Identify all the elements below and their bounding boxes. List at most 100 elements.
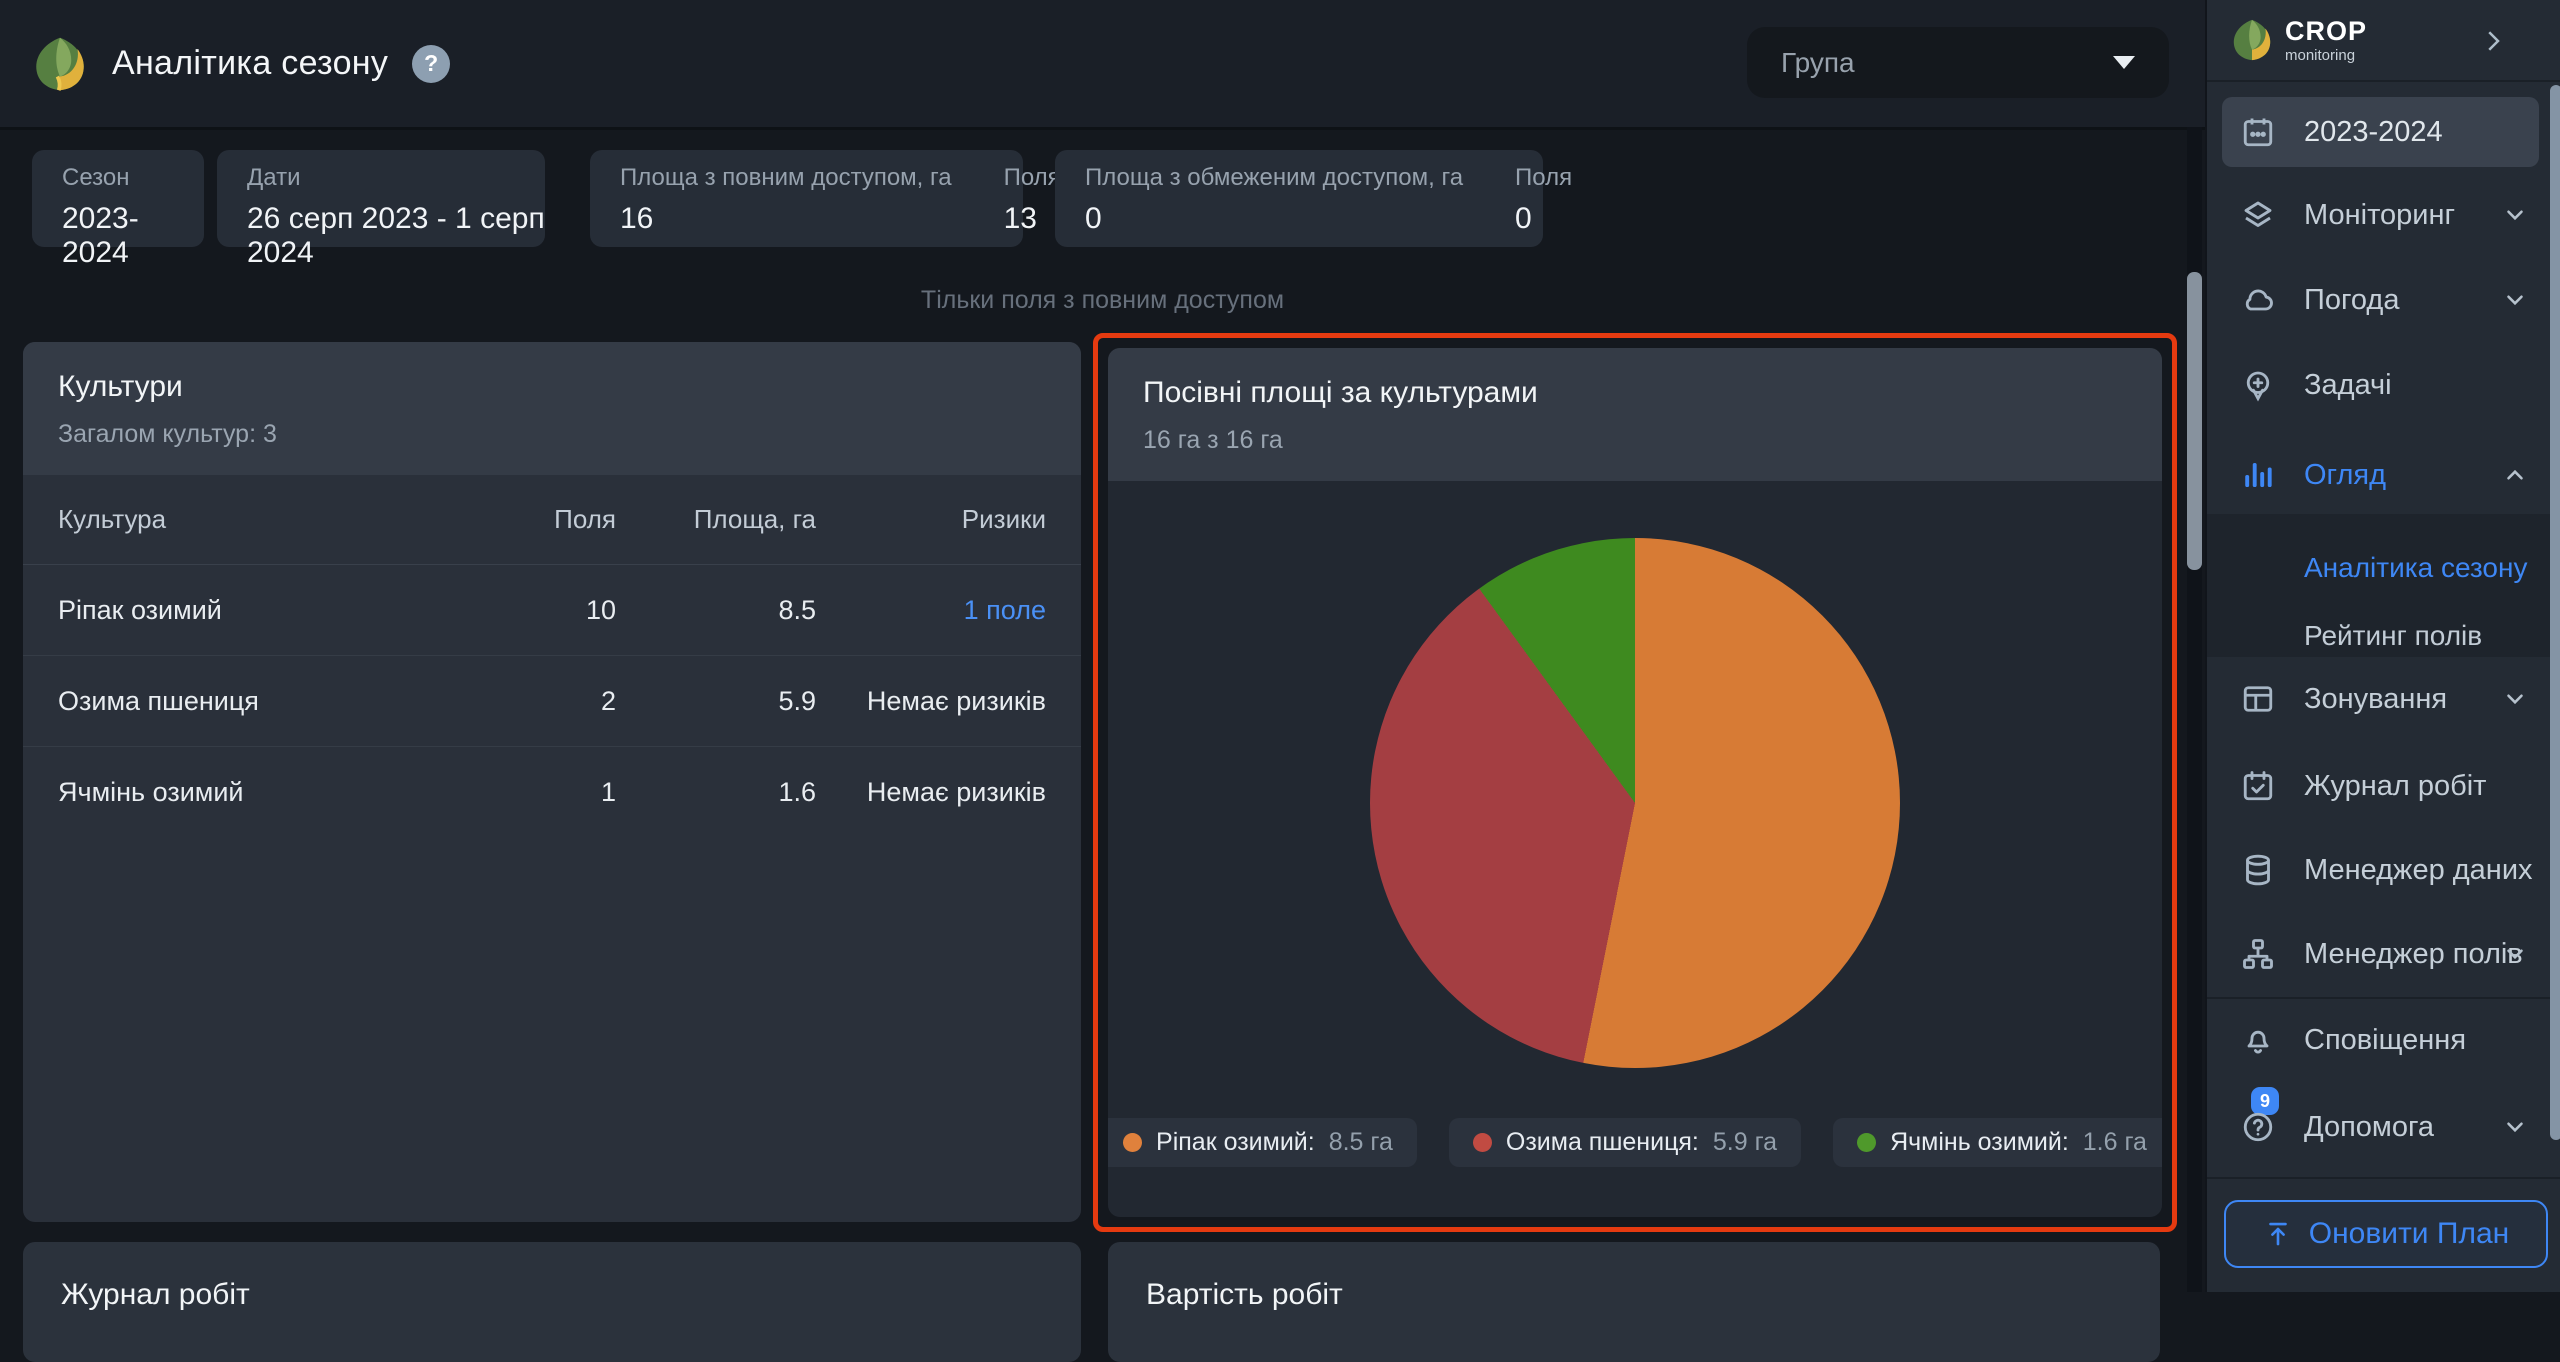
- page-title: Аналітика сезону: [112, 44, 388, 83]
- help-icon[interactable]: ?: [412, 45, 450, 83]
- sown-area-panel[interactable]: Посівні площі за культурами 16 га з 16 г…: [1108, 348, 2162, 1217]
- legend-label: Озима пшениця:: [1506, 1128, 1699, 1157]
- submenu-item-season-analytics[interactable]: Аналітика сезону: [2304, 552, 2527, 584]
- sidebar-item-help[interactable]: 9 Допомога: [2207, 1099, 2560, 1155]
- sidebar-item-label: Погода: [2304, 284, 2399, 317]
- pie-chart[interactable]: [1370, 538, 1900, 1068]
- col-area: Площа, га: [616, 504, 816, 535]
- sown-area-panel-header: Посівні площі за культурами 16 га з 16 г…: [1108, 348, 2162, 481]
- sidebar-item-label: Задачі: [2304, 369, 2392, 402]
- table-layout-icon: [2236, 681, 2280, 717]
- pie-legend: Ріпак озимий: 8.5 га Озима пшениця: 5.9 …: [1108, 1118, 2162, 1167]
- brand-name: CROP: [2285, 17, 2367, 45]
- sidebar-item-monitoring[interactable]: Моніторинг: [2207, 187, 2560, 243]
- season-card: Сезон 2023-2024: [32, 150, 204, 247]
- cultures-title: Культури: [58, 370, 1046, 404]
- culture-area: 1.6: [616, 777, 816, 808]
- legend-item[interactable]: Ячмінь озимий: 1.6 га: [1833, 1118, 2162, 1167]
- culture-area: 8.5: [616, 595, 816, 626]
- database-icon: [2236, 852, 2280, 888]
- divider: [2207, 997, 2560, 999]
- legend-dot-icon: [1473, 1133, 1492, 1152]
- dates-label: Дати: [247, 164, 545, 192]
- calendar-check-icon: [2236, 768, 2280, 804]
- group-select-value: Група: [1781, 47, 1855, 79]
- sidebar-item-label: Журнал робіт: [2304, 770, 2486, 803]
- bell-icon: [2236, 1022, 2280, 1058]
- cloud-icon: [2236, 282, 2280, 318]
- app-header: Аналітика сезону ? Група: [0, 0, 2205, 130]
- main-scrollbar-thumb[interactable]: [2187, 272, 2202, 570]
- sidebar-item-notifications[interactable]: Сповіщення: [2207, 1012, 2560, 1068]
- chevron-down-icon: [2113, 56, 2135, 69]
- legend-item[interactable]: Ріпак озимий: 8.5 га: [1108, 1118, 1417, 1167]
- culture-fields: 1: [466, 777, 616, 808]
- update-plan-button[interactable]: Оновити План: [2224, 1200, 2548, 1268]
- chevron-down-icon: [2502, 1114, 2528, 1140]
- work-log-panel: Журнал робіт: [23, 1242, 1081, 1362]
- update-plan-label: Оновити План: [2309, 1217, 2509, 1251]
- work-cost-title: Вартість робіт: [1146, 1278, 2160, 1312]
- legend-label: Ріпак озимий:: [1156, 1128, 1315, 1157]
- chevron-down-icon: [2502, 202, 2528, 228]
- legend-item[interactable]: Озима пшениця: 5.9 га: [1449, 1118, 1801, 1167]
- culture-risks: Немає ризиків: [816, 686, 1046, 717]
- sidebar-item-season[interactable]: 2023-2024: [2222, 97, 2539, 167]
- sidebar-item-overview[interactable]: Огляд: [2207, 447, 2560, 503]
- limited-access-area-label: Площа з обмеженим доступом, га: [1085, 164, 1463, 192]
- culture-fields: 2: [466, 686, 616, 717]
- dates-card: Дати 26 серп 2023 - 1 серп 2024: [217, 150, 545, 247]
- collapse-sidebar-icon[interactable]: [2478, 24, 2508, 58]
- sidebar-item-zoning[interactable]: Зонування: [2207, 671, 2560, 727]
- calendar-icon: [2236, 114, 2280, 150]
- legend-value: 5.9 га: [1713, 1128, 1777, 1157]
- dates-value: 26 серп 2023 - 1 серп 2024: [247, 202, 545, 270]
- culture-name: Ячмінь озимий: [58, 777, 466, 808]
- cultures-panel-header: Культури Загалом культур: 3: [23, 342, 1081, 475]
- selected-widget-frame: Посівні площі за культурами 16 га з 16 г…: [1093, 333, 2177, 1232]
- full-access-area-card: Площа з повним доступом, га 16 Поля 13: [590, 150, 1023, 247]
- pin-plus-icon: [2236, 367, 2280, 403]
- sidebar: CROP monitoring 2023-2024 Моніторинг: [2205, 0, 2560, 1292]
- sidebar-item-tasks[interactable]: Задачі: [2207, 357, 2560, 413]
- sidebar-scrollbar-thumb[interactable]: [2550, 85, 2560, 1140]
- sidebar-item-label: Моніторинг: [2304, 199, 2455, 232]
- brand-subtitle: monitoring: [2285, 47, 2367, 64]
- chevron-down-icon: [2502, 287, 2528, 313]
- sidebar-item-data-manager[interactable]: Менеджер даних: [2207, 842, 2560, 898]
- sown-area-subtitle: 16 га з 16 га: [1143, 426, 2127, 455]
- sidebar-item-weather[interactable]: Погода: [2207, 272, 2560, 328]
- layers-icon: [2236, 197, 2280, 233]
- chevron-down-icon: [2502, 686, 2528, 712]
- sidebar-brand: CROP monitoring: [2207, 0, 2560, 82]
- culture-fields: 10: [466, 595, 616, 626]
- culture-area: 5.9: [616, 686, 816, 717]
- legend-dot-icon: [1857, 1133, 1876, 1152]
- sidebar-item-label: 2023-2024: [2304, 116, 2443, 149]
- col-risks: Ризики: [816, 504, 1046, 535]
- group-select-dropdown[interactable]: Група: [1747, 27, 2169, 98]
- season-label: Сезон: [62, 164, 204, 192]
- limited-access-area-card: Площа з обмеженим доступом, га 0 Поля 0: [1055, 150, 1543, 247]
- sidebar-item-work-log[interactable]: Журнал робіт: [2207, 758, 2560, 814]
- limited-access-area-value: 0: [1085, 202, 1463, 236]
- chevron-down-icon: [2502, 941, 2528, 967]
- cultures-panel: Культури Загалом культур: 3 Культура Пол…: [23, 342, 1081, 1222]
- table-row: Озима пшениця 2 5.9 Немає ризиків: [23, 656, 1081, 747]
- upload-icon: [2263, 1219, 2293, 1249]
- full-access-area-label: Площа з повним доступом, га: [620, 164, 952, 192]
- culture-name: Ріпак озимий: [58, 595, 466, 626]
- bar-chart-icon: [2236, 457, 2280, 493]
- legend-value: 8.5 га: [1329, 1128, 1393, 1157]
- sidebar-item-field-manager[interactable]: Менеджер полів: [2207, 926, 2560, 982]
- legend-label: Ячмінь озимий:: [1890, 1128, 2069, 1157]
- submenu-item-field-rating[interactable]: Рейтинг полів: [2304, 620, 2482, 652]
- culture-risk-link[interactable]: 1 поле: [816, 595, 1046, 626]
- filter-note: Тільки поля з повним доступом: [0, 286, 2205, 315]
- legend-dot-icon: [1123, 1133, 1142, 1152]
- sidebar-item-label: Сповіщення: [2304, 1024, 2466, 1057]
- sidebar-item-label: Огляд: [2304, 459, 2386, 492]
- crop-monitoring-logo-icon: [30, 34, 90, 94]
- col-culture: Культура: [58, 504, 466, 535]
- full-access-fields-label: Поля: [1004, 164, 1061, 192]
